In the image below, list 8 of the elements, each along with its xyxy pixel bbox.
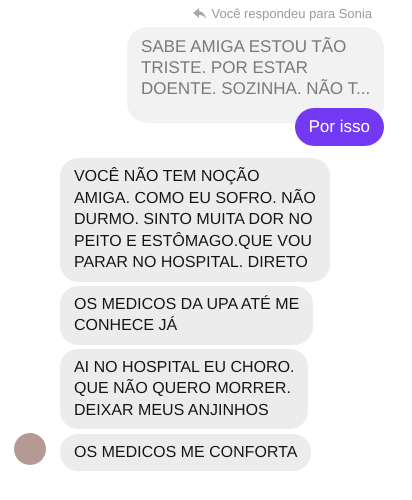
sent-message[interactable]: Por isso: [294, 108, 384, 146]
avatar[interactable]: [14, 433, 46, 465]
reply-note-text: Você respondeu para Sonia: [212, 6, 372, 20]
received-message[interactable]: AI NO HOSPITAL EU CHORO. QUE NÃO QUERO MORRER. DEIXAR MEUS ANJINHOS: [60, 348, 308, 429]
received-message[interactable]: VOCÊ NÃO TEM NOÇÃO AMIGA. COMO EU SOFRO. NÃO DURMO. SINTO MUITA DOR NO PEITO E ESTÔMAGO.QUE VOU PARAR NO HOSPITAL. DIRETO: [60, 158, 330, 282]
received-message[interactable]: OS MEDICOS DA UPA ATÉ ME CONHECE JÁ: [60, 286, 314, 344]
received-message[interactable]: OS MEDICOS ME CONFORTA: [60, 434, 312, 471]
reply-icon: [192, 8, 207, 18]
